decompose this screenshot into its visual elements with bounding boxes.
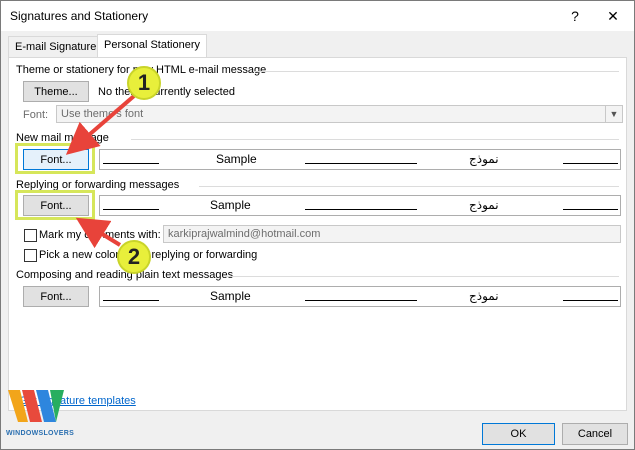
annotation-badge-2: 2 xyxy=(117,240,151,274)
arrow-1 xyxy=(65,94,136,155)
annotation-number: 2 xyxy=(127,244,141,269)
annotation-arrows xyxy=(65,94,136,249)
annotation-badge-1: 1 xyxy=(127,66,161,100)
watermark-text: WINDOWSLOVERS xyxy=(6,430,75,437)
logo-icon xyxy=(8,390,64,422)
arrow-2 xyxy=(75,217,122,249)
watermark-logo: WINDOWSLOVERS xyxy=(6,388,75,437)
annotation-number: 1 xyxy=(137,70,151,95)
